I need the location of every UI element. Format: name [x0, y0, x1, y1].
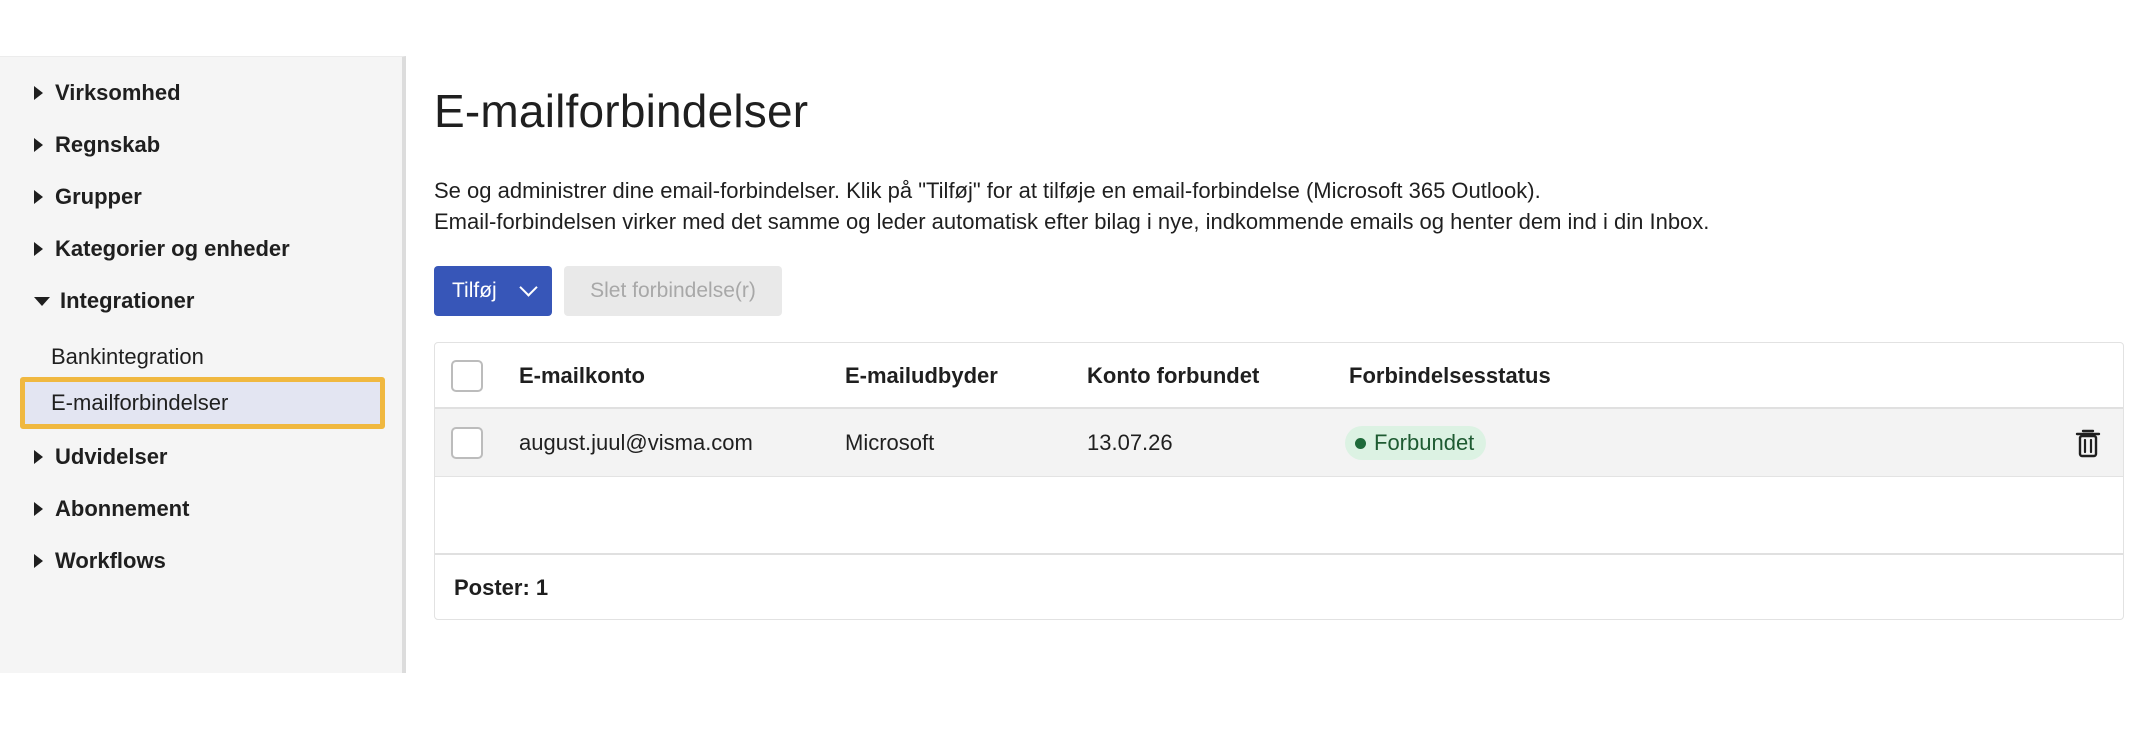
sidebar-item-label: Workflows: [55, 548, 166, 573]
status-dot-icon: [1355, 437, 1366, 449]
status-badge-label: Forbundet: [1374, 430, 1475, 455]
caret-right-icon: [34, 190, 43, 204]
sidebar-item-label: Virksomhed: [55, 80, 181, 105]
sidebar-item-label: Udvidelser: [55, 444, 168, 469]
page-title: E-mailforbindelser: [434, 85, 809, 137]
delete-connections-button[interactable]: Slet forbindelse(r): [564, 266, 782, 316]
caret-right-icon: [34, 450, 43, 464]
chevron-down-icon: [519, 278, 538, 297]
sidebar-item-label: Regnskab: [55, 132, 161, 157]
cell-account-connected: 13.07.26: [1087, 430, 1173, 455]
table-footer: Poster: 1: [435, 553, 2123, 621]
column-header-email-account[interactable]: E-mailkonto: [519, 343, 645, 409]
sidebar-item-integrationer[interactable]: Integrationer: [34, 281, 194, 321]
sidebar-subitem-label: Bankintegration: [51, 344, 204, 369]
row-select-checkbox[interactable]: [451, 427, 483, 459]
caret-down-icon: [34, 296, 50, 306]
main-content: E-mailforbindelser Se og administrer din…: [434, 0, 2124, 731]
sidebar-item-udvidelser[interactable]: Udvidelser: [34, 437, 168, 477]
page-description-line-1: Se og administrer dine email-forbindelse…: [434, 178, 1541, 203]
sidebar-subitem-bankintegration[interactable]: Bankintegration: [20, 331, 385, 383]
cell-email-provider: Microsoft: [845, 430, 935, 455]
add-button-label: Tilføj: [452, 279, 497, 302]
caret-right-icon: [34, 554, 43, 568]
column-header-connection-status[interactable]: Forbindelsesstatus: [1349, 343, 1551, 409]
select-all-checkbox[interactable]: [451, 360, 483, 392]
add-connection-button[interactable]: Tilføj: [434, 266, 552, 316]
sidebar-subitem-e-mailforbindelser[interactable]: E-mailforbindelser: [20, 377, 385, 429]
app-window: Virksomhed Regnskab Grupper Kategorier o…: [0, 0, 2152, 731]
settings-sidebar: Virksomhed Regnskab Grupper Kategorier o…: [0, 56, 406, 673]
table-header: E-mailkonto E-mailudbyder Konto forbunde…: [435, 343, 2123, 409]
trash-icon[interactable]: [2071, 426, 2105, 460]
sidebar-item-label: Integrationer: [60, 288, 195, 313]
email-connections-table: E-mailkonto E-mailudbyder Konto forbunde…: [434, 342, 2124, 620]
caret-right-icon: [34, 86, 43, 100]
sidebar-item-kategorier-og-enheder[interactable]: Kategorier og enheder: [34, 229, 290, 269]
cell-email-account: august.juul@visma.com: [519, 430, 753, 455]
sidebar-item-workflows[interactable]: Workflows: [34, 541, 166, 581]
status-badge: Forbundet: [1345, 426, 1487, 460]
record-count: Poster: 1: [454, 575, 549, 600]
sidebar-item-label: Grupper: [55, 184, 142, 209]
sidebar-item-grupper[interactable]: Grupper: [34, 177, 142, 217]
sidebar-item-virksomhed[interactable]: Virksomhed: [34, 73, 181, 113]
column-header-email-provider[interactable]: E-mailudbyder: [845, 343, 998, 409]
page-description-line-2: Email-forbindelsen virker med det samme …: [434, 209, 1710, 234]
caret-right-icon: [34, 502, 43, 516]
caret-right-icon: [34, 138, 43, 152]
sidebar-item-abonnement[interactable]: Abonnement: [34, 489, 189, 529]
table-row[interactable]: august.juul@visma.com Microsoft 13.07.26…: [435, 409, 2123, 477]
sidebar-item-label: Kategorier og enheder: [55, 236, 290, 261]
sidebar-item-label: Abonnement: [55, 496, 190, 521]
caret-right-icon: [34, 242, 43, 256]
sidebar-subitem-label: E-mailforbindelser: [51, 390, 229, 415]
delete-button-label: Slet forbindelse(r): [590, 279, 756, 302]
sidebar-item-regnskab[interactable]: Regnskab: [34, 125, 160, 165]
column-header-account-connected[interactable]: Konto forbundet: [1087, 343, 1259, 409]
